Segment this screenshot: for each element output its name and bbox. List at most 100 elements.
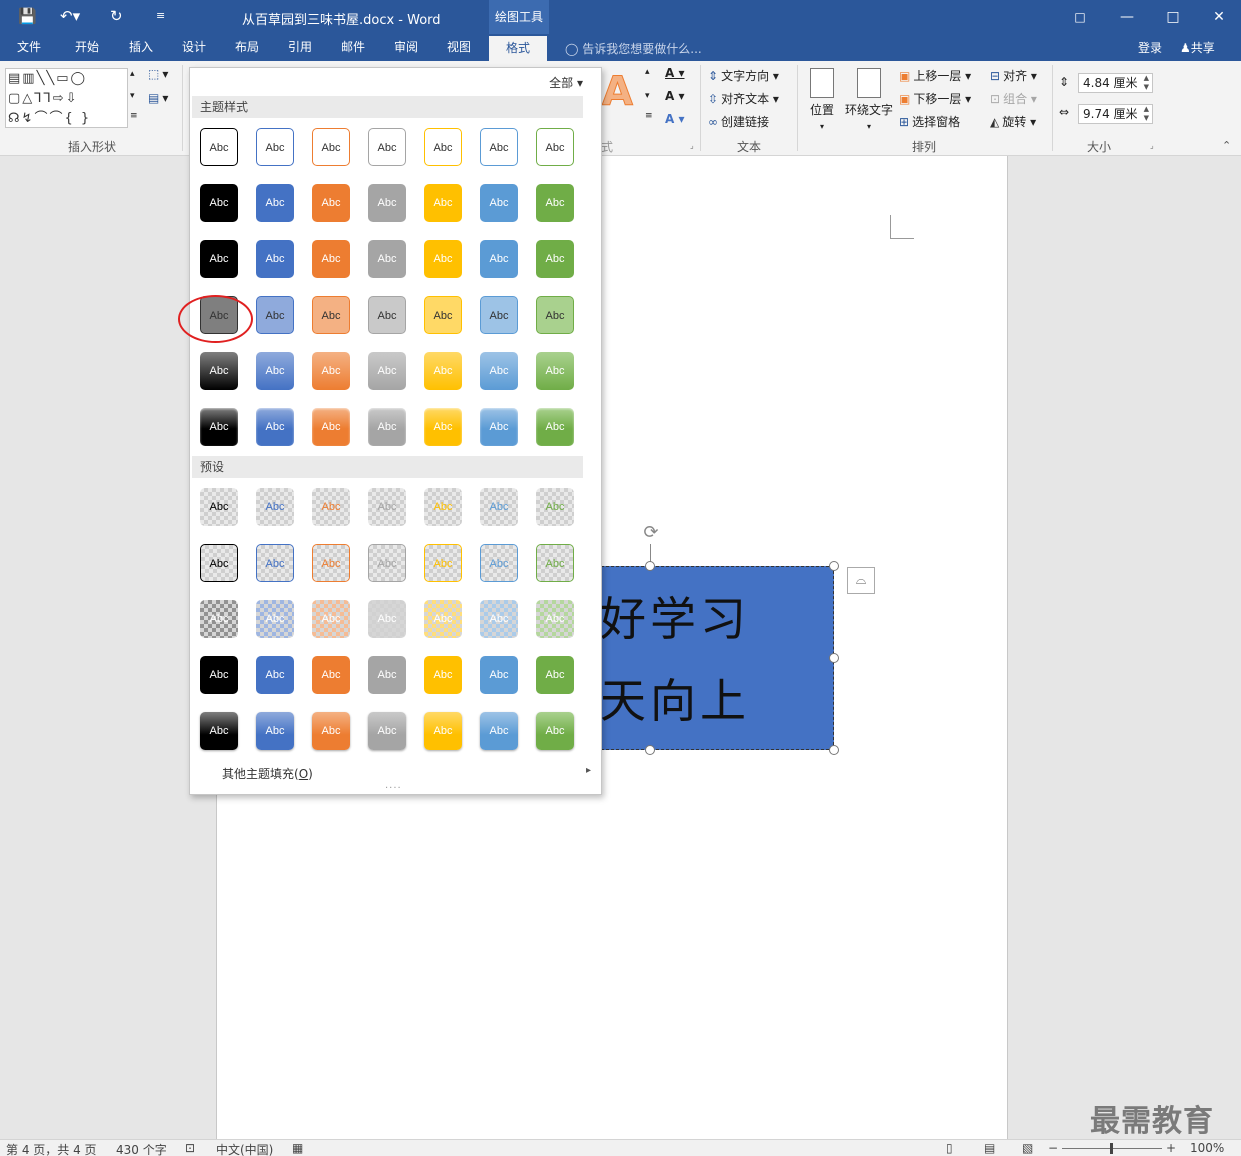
tab-references[interactable]: 引用 <box>288 34 312 61</box>
style-swatch[interactable]: Abc <box>200 352 238 390</box>
resize-handle-right[interactable] <box>829 653 839 663</box>
align-button[interactable]: ⊟ 对齐 ▾ <box>990 67 1037 84</box>
tab-format[interactable]: 格式 <box>489 36 547 61</box>
text-effects-icon[interactable]: A ▾ <box>665 112 685 126</box>
style-swatch[interactable]: Abc <box>424 296 462 334</box>
style-swatch[interactable]: Abc <box>480 656 518 694</box>
web-layout-icon[interactable]: ▧ <box>1022 1141 1033 1155</box>
collapse-ribbon-icon[interactable]: ⌃ <box>1222 139 1231 152</box>
resize-handle-bottom-right[interactable] <box>829 745 839 755</box>
resize-handle-top-right[interactable] <box>829 561 839 571</box>
style-swatch[interactable]: Abc <box>536 712 574 750</box>
style-swatch[interactable]: Abc <box>368 408 406 446</box>
wordart-more-icon[interactable]: ≡ <box>645 111 653 121</box>
style-swatch[interactable]: Abc <box>536 128 574 166</box>
gallery-filter-dropdown[interactable]: 全部 ▾ <box>549 74 583 91</box>
style-swatch[interactable]: Abc <box>480 240 518 278</box>
style-swatch[interactable]: Abc <box>536 656 574 694</box>
style-swatch[interactable]: Abc <box>200 544 238 582</box>
size-dialog-launcher-icon[interactable]: ⌟ <box>1150 141 1154 150</box>
save-icon[interactable]: 💾 <box>18 7 37 25</box>
read-mode-icon[interactable]: ▯ <box>946 1141 953 1155</box>
tab-layout[interactable]: 布局 <box>235 34 259 61</box>
style-swatch[interactable]: Abc <box>312 352 350 390</box>
rotate-handle-icon[interactable]: ⟳ <box>640 522 662 544</box>
tab-file[interactable]: 文件 <box>17 34 41 61</box>
tab-mailings[interactable]: 邮件 <box>341 34 365 61</box>
more-theme-fills-menu[interactable]: 其他主题填充(O) <box>222 765 313 782</box>
style-swatch[interactable]: Abc <box>200 408 238 446</box>
style-swatch[interactable]: Abc <box>200 240 238 278</box>
style-swatch[interactable]: Abc <box>200 184 238 222</box>
style-swatch[interactable]: Abc <box>536 352 574 390</box>
zoom-in-icon[interactable]: + <box>1166 1141 1176 1155</box>
wordart-scroll-down-icon[interactable]: ▾ <box>645 91 650 101</box>
dialog-launcher-icon[interactable]: ⌟ <box>690 141 694 150</box>
text-fill-icon[interactable]: A ▾ <box>665 66 685 80</box>
style-swatch[interactable]: Abc <box>424 656 462 694</box>
style-swatch[interactable]: Abc <box>480 352 518 390</box>
bring-forward-button[interactable]: ▣ 上移一层 ▾ <box>899 67 971 84</box>
style-swatch[interactable]: Abc <box>368 544 406 582</box>
redo-icon[interactable]: ↻ <box>110 7 123 25</box>
position-button[interactable]: 位置 ▾ <box>806 68 838 132</box>
zoom-slider-thumb[interactable] <box>1110 1143 1113 1154</box>
ribbon-display-options-icon[interactable]: □ <box>1057 0 1103 34</box>
style-swatch[interactable]: Abc <box>368 240 406 278</box>
style-swatch[interactable]: Abc <box>200 488 238 526</box>
shape-height-input[interactable]: 4.84 厘米 ▲ ▼ <box>1078 73 1153 93</box>
style-swatch[interactable]: Abc <box>424 408 462 446</box>
style-swatch[interactable]: Abc <box>256 408 294 446</box>
shape-width-input[interactable]: 9.74 厘米 ▲ ▼ <box>1078 104 1153 124</box>
style-swatch[interactable]: Abc <box>312 712 350 750</box>
layout-options-icon[interactable]: ⌓ <box>847 567 875 594</box>
style-swatch[interactable]: Abc <box>256 712 294 750</box>
style-swatch[interactable]: Abc <box>368 128 406 166</box>
tab-review[interactable]: 审阅 <box>394 34 418 61</box>
page-count[interactable]: 第 4 页，共 4 页 <box>6 1141 97 1156</box>
style-swatch[interactable]: Abc <box>480 712 518 750</box>
style-swatch[interactable]: Abc <box>480 600 518 638</box>
style-swatch[interactable]: Abc <box>368 184 406 222</box>
style-swatch[interactable]: Abc <box>536 240 574 278</box>
style-swatch[interactable]: Abc <box>424 488 462 526</box>
style-swatch[interactable]: Abc <box>424 600 462 638</box>
shapes-more-icon[interactable]: ≡ <box>130 111 138 121</box>
customize-qat-icon[interactable]: ≡ <box>156 7 165 25</box>
style-swatch[interactable]: Abc <box>536 408 574 446</box>
style-swatch[interactable]: Abc <box>536 600 574 638</box>
resize-handle-bottom[interactable] <box>645 745 655 755</box>
style-swatch[interactable]: Abc <box>256 240 294 278</box>
style-swatch[interactable]: Abc <box>536 184 574 222</box>
tab-design[interactable]: 设计 <box>182 34 206 61</box>
height-spinner[interactable]: ▲ ▼ <box>1144 74 1149 92</box>
style-swatch[interactable]: Abc <box>312 544 350 582</box>
shapes-scroll-up-icon[interactable]: ▴ <box>130 69 135 79</box>
login-link[interactable]: 登录 <box>1138 39 1162 56</box>
style-swatch[interactable]: Abc <box>480 408 518 446</box>
style-swatch[interactable]: Abc <box>368 352 406 390</box>
style-swatch[interactable]: Abc <box>312 240 350 278</box>
style-swatch[interactable]: Abc <box>480 128 518 166</box>
style-swatch[interactable]: Abc <box>368 712 406 750</box>
minimize-icon[interactable]: — <box>1104 0 1150 34</box>
shapes-scroll-down-icon[interactable]: ▾ <box>130 91 135 101</box>
edit-shape-icon[interactable]: ⬚ ▾ <box>148 67 168 81</box>
send-backward-button[interactable]: ▣ 下移一层 ▾ <box>899 90 971 107</box>
style-swatch[interactable]: Abc <box>536 544 574 582</box>
style-swatch[interactable]: Abc <box>256 184 294 222</box>
style-swatch[interactable]: Abc <box>536 488 574 526</box>
style-swatch[interactable]: Abc <box>424 128 462 166</box>
style-swatch[interactable]: Abc <box>312 600 350 638</box>
style-swatch[interactable]: Abc <box>424 184 462 222</box>
style-swatch[interactable]: Abc <box>256 352 294 390</box>
zoom-level[interactable]: 100% <box>1190 1141 1224 1155</box>
style-swatch[interactable]: Abc <box>200 128 238 166</box>
style-swatch[interactable]: Abc <box>200 712 238 750</box>
create-link-button[interactable]: ∞ 创建链接 <box>708 113 769 130</box>
style-swatch[interactable]: Abc <box>312 656 350 694</box>
width-spinner[interactable]: ▲ ▼ <box>1144 105 1149 123</box>
style-swatch[interactable]: Abc <box>368 600 406 638</box>
word-count[interactable]: 430 个字 <box>116 1141 167 1156</box>
group-button[interactable]: ⊡ 组合 ▾ <box>990 90 1037 107</box>
